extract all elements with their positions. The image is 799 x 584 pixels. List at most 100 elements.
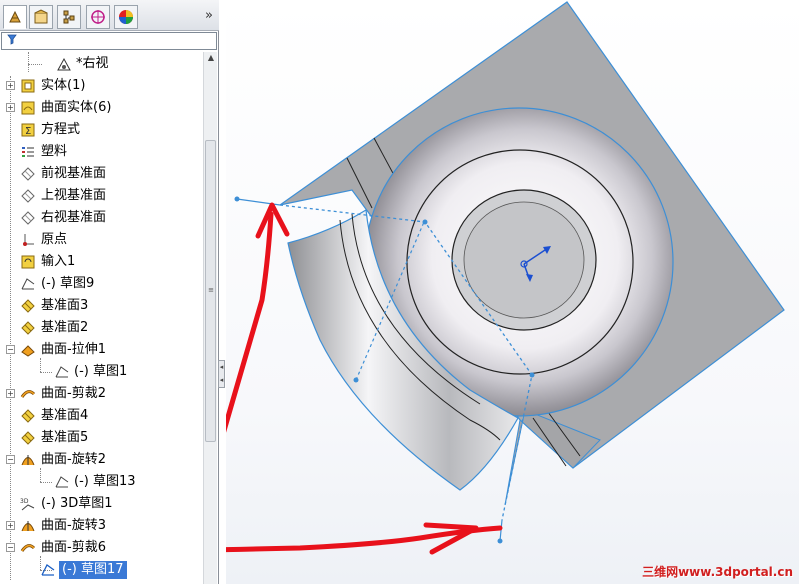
model-view (226, 1, 785, 555)
tree-item-label: (-) 草图13 (74, 474, 136, 489)
tree-item-sketch1[interactable]: (-) 草图1 (0, 362, 202, 382)
tree-item-front-plane[interactable]: 前视基准面 (0, 164, 202, 184)
tree-item-label: (-) 草图1 (74, 364, 128, 379)
tree-item-label: 曲面实体(6) (41, 100, 112, 115)
feature-manager-icon (9, 10, 21, 23)
tree-item-label: (-) 3D草图1 (41, 496, 113, 511)
solid-bodies-icon (20, 78, 36, 94)
tree-item-label: 曲面-剪裁2 (41, 386, 106, 401)
scrollbar-thumb[interactable]: ≡ (205, 140, 216, 442)
scroll-up-arrow-icon[interactable]: ▲ (204, 53, 218, 65)
tree-item-sketch13[interactable]: (-) 草图13 (0, 472, 202, 492)
tree-item-top-plane[interactable]: 上视基准面 (0, 186, 202, 206)
tree-item-surface-revolve3[interactable]: + 曲面-旋转3 (0, 516, 202, 536)
material-icon (20, 144, 36, 160)
expand-toggle[interactable]: + (6, 389, 15, 398)
tree-item-origin[interactable]: 原点 (0, 230, 202, 250)
feature-manager-tab[interactable] (3, 5, 27, 29)
property-manager-icon (34, 9, 48, 24)
tree-item-label: 基准面4 (41, 408, 89, 423)
plane-icon (20, 408, 36, 424)
tree-item-label: 塑料 (41, 144, 68, 159)
plane-icon (20, 188, 36, 204)
expand-toggle[interactable]: + (6, 103, 15, 112)
tree-item-equations[interactable]: Σ 方程式 (0, 120, 202, 140)
surface-extrude-icon (20, 342, 36, 358)
tree-item-plane5[interactable]: 基准面5 (0, 428, 202, 448)
collapse-toggle[interactable]: − (6, 455, 15, 464)
dimxpert-icon (91, 10, 105, 24)
tree-scrollbar[interactable]: ▲ ≡ (203, 52, 217, 584)
tree-item-label: 曲面-旋转2 (41, 452, 106, 467)
tree-item-plane2[interactable]: 基准面2 (0, 318, 202, 338)
tree-item-surface-revolve2[interactable]: − 曲面-旋转2 (0, 450, 202, 470)
surface-trim-icon (20, 386, 36, 402)
dimxpert-tab[interactable] (86, 5, 110, 29)
property-manager-tab[interactable] (29, 5, 53, 29)
grip-icon: ≡ (208, 286, 214, 294)
tree-item-label: 上视基准面 (41, 188, 107, 203)
tree-item-label: 输入1 (41, 254, 76, 269)
tree-item-plane3[interactable]: 基准面3 (0, 296, 202, 316)
sketch-icon (54, 474, 70, 490)
tree-item-plane4[interactable]: 基准面4 (0, 406, 202, 426)
tree-item-label: 前视基准面 (41, 166, 107, 181)
expand-panel-button[interactable]: » (205, 8, 213, 23)
expand-toggle[interactable]: + (6, 521, 15, 530)
feature-filter[interactable] (1, 32, 217, 50)
surface-bodies-icon (20, 100, 36, 116)
tree-item-import1[interactable]: 输入1 (0, 252, 202, 272)
panel-splitter-handle[interactable]: ◂ ◂ (218, 360, 225, 388)
tree-item-label: 曲面-拉伸1 (41, 342, 106, 357)
surface-revolve-icon (20, 452, 36, 468)
tree-item-sketch9[interactable]: (-) 草图9 (0, 274, 202, 294)
tree-item-label: (-) 草图9 (41, 276, 95, 291)
svg-text:Σ: Σ (25, 126, 31, 137)
tree-item-label: 曲面-剪裁6 (41, 540, 106, 555)
tree-item-label: 实体(1) (41, 78, 86, 93)
view-icon (56, 56, 72, 72)
collapse-toggle[interactable]: − (6, 345, 15, 354)
display-manager-tab[interactable] (114, 5, 138, 29)
tree-item-label: 基准面3 (41, 298, 89, 313)
tree-item-surface-bodies[interactable]: + 曲面实体(6) (0, 98, 202, 118)
import-icon (20, 254, 36, 270)
configuration-manager-tab[interactable] (57, 5, 81, 29)
sketch-icon (40, 562, 56, 578)
tree-item-right-plane[interactable]: 右视基准面 (0, 208, 202, 228)
display-manager-icon (119, 10, 133, 24)
tree-item-solid-bodies[interactable]: + 实体(1) (0, 76, 202, 96)
surface-revolve-icon (20, 518, 36, 534)
tree-item-label: 基准面2 (41, 320, 89, 335)
collapse-toggle[interactable]: − (6, 543, 15, 552)
tree-item-surface-trim2[interactable]: + 曲面-剪裁2 (0, 384, 202, 404)
tree-item-surface-trim6[interactable]: − 曲面-剪裁6 (0, 538, 202, 558)
plane-icon (20, 166, 36, 182)
tree-item-label: 曲面-旋转3 (41, 518, 106, 533)
tree-item-right-view[interactable]: *右视 (0, 54, 202, 74)
tree-item-sketch17[interactable]: (-) 草图17 (0, 560, 202, 580)
tree-item-label: 基准面5 (41, 430, 89, 445)
tree-item-label: 方程式 (41, 122, 81, 137)
plane-icon (20, 298, 36, 314)
sketch-icon (20, 276, 36, 292)
plane-icon (20, 320, 36, 336)
tree-item-label: *右视 (76, 56, 109, 71)
feature-manager-panel: » *右视 + 实体(1) + 曲面实体(6) Σ 方程式 塑料 前视基准面 上… (0, 0, 219, 584)
origin-icon (20, 232, 36, 248)
tree-item-label: (-) 草图17 (59, 561, 127, 579)
tree-item-3d-sketch1[interactable]: 3D (-) 3D草图1 (0, 494, 202, 514)
tree-item-label: 原点 (41, 232, 68, 247)
surface-trim-icon (20, 540, 36, 556)
3d-sketch-icon: 3D (20, 496, 36, 512)
svg-text:3D: 3D (20, 498, 29, 505)
graphics-viewport[interactable]: 三维网www.3dportal.cn (226, 0, 799, 584)
equations-icon: Σ (20, 122, 36, 138)
watermark-text: 三维网www.3dportal.cn (642, 565, 793, 579)
manager-tab-bar: » (0, 0, 219, 31)
tree-item-material[interactable]: 塑料 (0, 142, 202, 162)
expand-toggle[interactable]: + (6, 81, 15, 90)
plane-icon (20, 430, 36, 446)
configuration-manager-icon (63, 10, 75, 24)
tree-item-surface-extrude1[interactable]: − 曲面-拉伸1 (0, 340, 202, 360)
